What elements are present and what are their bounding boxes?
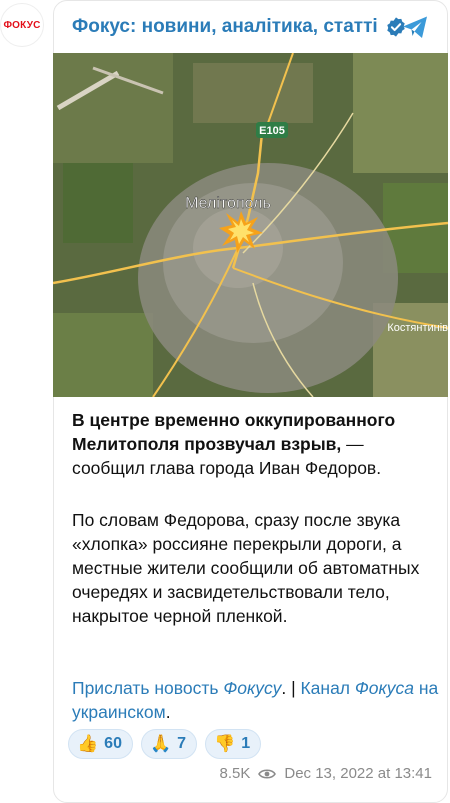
eye-icon xyxy=(258,768,277,779)
reaction-thumbs-down[interactable]: 👎 1 xyxy=(205,729,262,759)
reaction-count: 7 xyxy=(177,735,187,752)
link-separator: . | xyxy=(281,678,301,698)
message-footer: 8.5K Dec 13, 2022 at 13:41 xyxy=(220,765,432,782)
message-header: Фокус: новини, аналітика, статті xyxy=(72,12,442,42)
edge-label: Костянтинів xyxy=(387,322,448,334)
channel-title[interactable]: Фокус: новини, аналітика, статті xyxy=(72,16,378,38)
city-label: Мелітополь xyxy=(185,195,271,212)
thumbs-up-icon: 👍 xyxy=(77,734,99,753)
reaction-count: 60 xyxy=(104,735,122,752)
road-label: E105 xyxy=(259,125,285,137)
avatar-logo-text: ФОКУС xyxy=(3,19,41,31)
telegram-share-icon[interactable] xyxy=(400,12,430,42)
channel-avatar[interactable]: ФОКУС xyxy=(0,3,44,47)
message-links: Прислать новость Фокусу. | Канал Фокуса … xyxy=(72,676,440,724)
message-paragraph-1: В центре временно оккупированного Мелито… xyxy=(72,408,440,480)
reactions-bar: 👍 60 🙏 7 👎 1 xyxy=(68,729,262,759)
send-news-link[interactable]: Прислать новость Фокусу xyxy=(72,678,281,698)
reaction-count: 1 xyxy=(241,735,251,752)
links-end: . xyxy=(165,702,171,722)
message-paragraph-2: По словам Федорова, сразу после звука «х… xyxy=(72,510,420,626)
reaction-praying-hands[interactable]: 🙏 7 xyxy=(140,729,198,759)
map-image[interactable]: E105 Мелітополь Костянтинів xyxy=(53,53,448,397)
reaction-thumbs-up[interactable]: 👍 60 xyxy=(68,729,133,759)
message-timestamp: Dec 13, 2022 at 13:41 xyxy=(284,765,432,782)
view-count: 8.5K xyxy=(219,765,251,782)
praying-hands-icon: 🙏 xyxy=(149,734,172,753)
thumbs-down-icon: 👎 xyxy=(214,734,236,753)
